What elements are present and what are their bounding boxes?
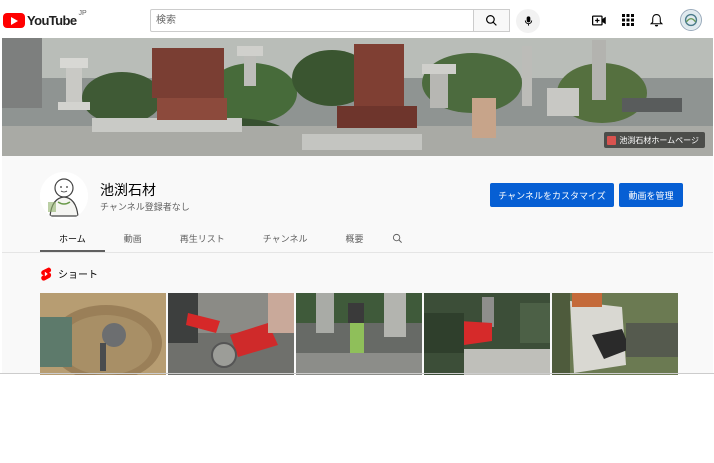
channel-tabs: ホーム 動画 再生リスト チャンネル 概要 [40,225,413,252]
logo-region: JP [78,9,87,17]
subscriber-count: チャンネル登録者なし [100,202,190,212]
manage-videos-button[interactable]: 動画を管理 [619,183,683,207]
logo-text: YouTube [27,12,77,28]
search-icon [392,233,402,243]
channel-banner: 池渕石材ホームページ [2,38,713,156]
create-button[interactable] [590,11,608,29]
notifications-bell-icon [649,13,663,26]
gloved-hands-stone-thumbnail [552,293,678,375]
short-thumbnail-1[interactable] [40,293,166,375]
gloved-hands-tool-thumbnail [168,293,294,375]
youtube-logo[interactable]: YouTube JP [3,9,87,29]
microphone-icon [524,16,532,26]
create-video-icon [591,15,606,25]
channel-name: 池渕石材 [100,182,156,198]
customize-channel-button[interactable]: チャンネルをカスタマイズ [490,183,614,207]
hammer-chisel-thumbnail [424,293,550,375]
tab-home[interactable]: ホーム [40,225,105,252]
top-bar: YouTube JP [0,0,714,38]
account-avatar-image [681,10,701,30]
apps-button[interactable] [619,11,637,29]
notifications-button[interactable] [647,11,665,29]
banner-homepage-link[interactable]: 池渕石材ホームページ [604,132,705,148]
tab-playlists[interactable]: 再生リスト [161,225,244,251]
short-thumbnail-2[interactable] [168,293,294,375]
channel-avatar[interactable] [40,172,88,220]
tab-search[interactable] [383,225,413,251]
website-favicon-icon [607,135,617,145]
page-bottom-border [0,373,714,374]
youtube-play-icon [3,12,25,28]
search-input[interactable] [151,10,473,31]
mixing-cement-thumbnail [40,293,166,375]
channel-header: 池渕石材 チャンネル登録者なし チャンネルをカスタマイズ 動画を管理 ホーム 動… [2,156,713,252]
monk-illustration-icon [40,172,88,220]
channel-content: ショート [2,252,713,375]
account-avatar[interactable] [680,9,702,31]
short-thumbnail-3[interactable] [296,293,422,375]
short-thumbnail-4[interactable] [424,293,550,375]
shorts-icon [41,266,52,281]
tab-about[interactable]: 概要 [327,225,383,251]
search-box [150,9,474,32]
search-button[interactable] [474,9,510,32]
short-thumbnail-5[interactable] [552,293,678,375]
shorts-heading-label: ショート [58,270,98,281]
banner-link-label: 池渕石材ホームページ [619,135,699,145]
search-icon [486,15,497,26]
voice-search-button[interactable] [516,9,540,33]
apps-grid-icon [622,14,634,26]
stone-tamper-thumbnail [296,293,422,375]
shorts-section-heading: ショート [40,266,98,281]
tab-channels[interactable]: チャンネル [244,225,327,251]
tab-videos[interactable]: 動画 [105,225,161,251]
